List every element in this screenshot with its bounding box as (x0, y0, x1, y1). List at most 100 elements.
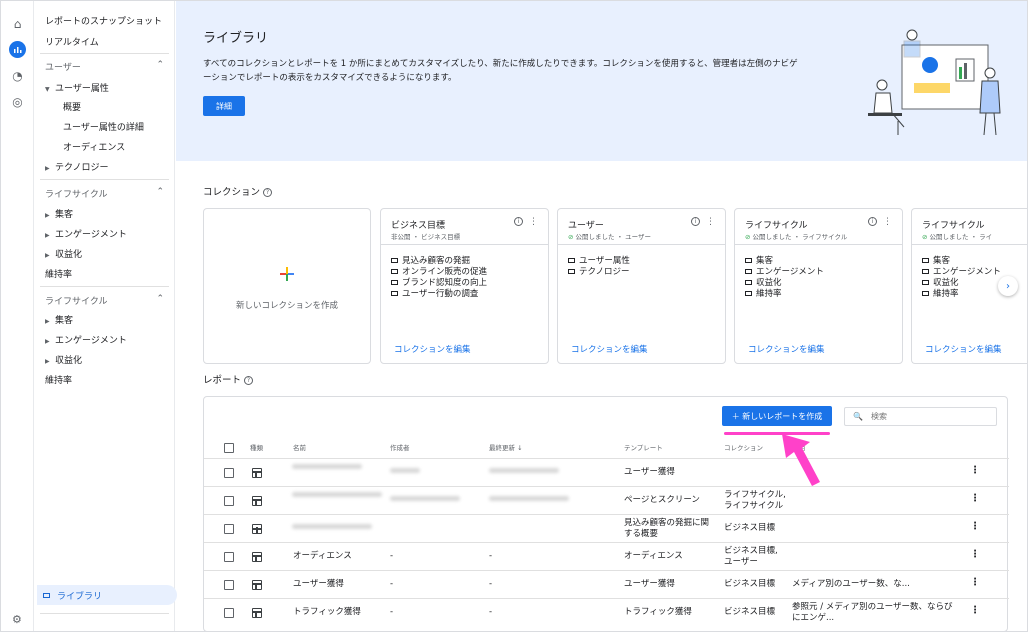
nav-item-snapshot[interactable]: レポートのスナップショット (45, 14, 162, 27)
folder-icon (745, 258, 752, 263)
search-box[interactable]: 🔍 (844, 407, 997, 426)
column-header-modified[interactable]: 最終更新 ↓ (489, 442, 523, 452)
more-vert-icon[interactable]: ⋮ (529, 217, 538, 227)
nav-item-retention-2[interactable]: 維持率 (45, 373, 72, 386)
row-checkbox[interactable] (224, 608, 234, 618)
list-item: テクノロジー (568, 267, 630, 278)
list-item: 収益化 (745, 278, 824, 289)
nav-item-overview[interactable]: 概要 (63, 100, 81, 113)
details-button[interactable]: 詳細 (203, 96, 245, 116)
nav-item-audience[interactable]: オーディエンス (63, 140, 125, 153)
table-row[interactable]: ユーザー獲得 - - ユーザー獲得 ビジネス目標 メディア別のユーザー数、な..… (204, 570, 1009, 598)
nav-item-acquisition-1[interactable]: ▶ 集客 (45, 207, 73, 220)
row-name[interactable]: トラフィック獲得 (293, 607, 361, 618)
collection-card[interactable]: ライフサイクル ⊘ 公開しました ・ ライフサイクル i ⋮ 集客 エンゲージメ… (734, 208, 903, 364)
row-name[interactable]: オーディエンス (293, 551, 352, 562)
new-report-button[interactable]: ＋ 新しいレポートを作成 (722, 406, 832, 426)
search-icon: 🔍 (853, 412, 863, 421)
redacted-name (292, 524, 372, 529)
collection-title: ビジネス目標 (391, 221, 446, 231)
more-vert-icon[interactable]: ⋮ (970, 521, 980, 532)
column-header-name[interactable]: 名前 (293, 442, 306, 452)
help-icon[interactable]: ? (263, 188, 273, 197)
table-template-icon (252, 496, 262, 506)
info-icon[interactable]: i (514, 217, 524, 226)
info-icon[interactable]: i (868, 217, 878, 226)
row-checkbox[interactable] (224, 524, 234, 534)
table-row[interactable]: トラフィック獲得 - - トラフィック獲得 ビジネス目標 参照元 / メディア別… (204, 598, 1009, 626)
collection-card[interactable]: ビジネス目標 非公開 ・ ビジネス目標 i ⋮ 見込み顧客の発掘 オンライン販売… (380, 208, 549, 364)
row-template: 見込み顧客の発掘に関する概要 (624, 518, 710, 539)
caret-right-icon: ▶ (45, 165, 50, 172)
list-item: エンゲージメント (745, 267, 824, 278)
nav-item-engagement-1[interactable]: ▶ エンゲージメント (45, 227, 127, 240)
table-row[interactable]: ユーザー獲得 ⋮ (204, 458, 1009, 486)
nav-item-user-attr[interactable]: ▼ ユーザー属性 (45, 81, 109, 94)
table-row[interactable]: ページとスクリーン ライフサイクル, ライフサイクル ⋮ (204, 486, 1009, 514)
row-collection: ビジネス目標,ユーザー (724, 546, 778, 567)
list-item: ユーザー行動の調査 (391, 289, 487, 300)
more-vert-icon[interactable]: ⋮ (883, 217, 892, 227)
nav-item-retention-1[interactable]: 維持率 (45, 267, 72, 280)
row-description: 参照元 / メディア別のユーザー数、ならびにエンゲ... (792, 602, 953, 623)
row-checkbox[interactable] (224, 580, 234, 590)
nav-section-lifecycle-1[interactable]: ライフサイクル ⌃ (45, 187, 164, 200)
more-vert-icon[interactable]: ⋮ (970, 465, 980, 476)
nav-item-technology[interactable]: ▶ テクノロジー (45, 160, 108, 173)
nav-item-user-attr-detail[interactable]: ユーザー属性の詳細 (63, 120, 144, 133)
column-header-template[interactable]: テンプレート (624, 442, 663, 452)
advertising-icon[interactable]: ◎ (9, 93, 26, 110)
more-vert-icon[interactable]: ⋮ (970, 605, 980, 616)
column-header-creator[interactable]: 作成者 (390, 442, 410, 452)
row-name[interactable]: ユーザー獲得 (293, 579, 344, 590)
row-collection: ライフサイクル, ライフサイクル (724, 490, 786, 511)
edit-collection-link[interactable]: コレクションを編集 (394, 343, 471, 355)
more-vert-icon[interactable]: ⋮ (706, 217, 715, 227)
chevron-right-icon[interactable]: › (998, 276, 1018, 296)
table-row[interactable]: オーディエンス - - オーディエンス ビジネス目標,ユーザー ⋮ (204, 542, 1009, 570)
nav-item-library[interactable]: ライブラリ (37, 585, 177, 605)
banner-description: すべてのコレクションとレポートを 1 か所にまとめてカスタマイズしたり、新たに作… (203, 59, 798, 83)
nav-item-acquisition-2[interactable]: ▶ 集客 (45, 313, 73, 326)
chevron-up-icon: ⌃ (156, 294, 164, 304)
edit-collection-link[interactable]: コレクションを編集 (748, 343, 825, 355)
row-checkbox[interactable] (224, 552, 234, 562)
annotation-arrow-icon (782, 434, 820, 486)
row-creator: - (390, 607, 394, 617)
row-checkbox[interactable] (224, 468, 234, 478)
column-header-collection[interactable]: コレクション (724, 442, 763, 452)
reports-icon[interactable] (9, 41, 26, 58)
reports-table: ＋ 新しいレポートを作成 🔍 種類 名前 作成者 最終更新 ↓ テンプレート コ… (203, 396, 1009, 632)
more-vert-icon[interactable]: ⋮ (970, 493, 980, 504)
table-row[interactable]: 見込み顧客の発掘に関する概要 ビジネス目標 ⋮ (204, 514, 1009, 542)
new-collection-card[interactable]: 新しいコレクションを作成 (203, 208, 371, 364)
more-vert-icon[interactable]: ⋮ (970, 549, 980, 560)
library-illustration-icon (868, 29, 1001, 136)
select-all-checkbox[interactable] (224, 443, 234, 453)
nav-item-realtime[interactable]: リアルタイム (45, 35, 99, 48)
folder-icon (922, 269, 929, 274)
nav-section-user[interactable]: ユーザー ⌃ (45, 60, 164, 73)
edit-collection-link[interactable]: コレクションを編集 (571, 343, 648, 355)
search-input[interactable] (870, 412, 981, 421)
collection-card[interactable]: ユーザー ⊘ 公開しました ・ ユーザー i ⋮ ユーザー属性 テクノロジー コ… (557, 208, 726, 364)
redacted-modified (489, 496, 569, 501)
explore-icon[interactable]: ◔ (9, 67, 26, 84)
check-circle-icon: ⊘ (922, 233, 928, 241)
column-header-type[interactable]: 種類 (250, 442, 263, 452)
settings-gear-icon[interactable]: ⚙ (12, 613, 22, 626)
help-icon[interactable]: ? (244, 376, 254, 385)
row-checkbox[interactable] (224, 496, 234, 506)
home-icon[interactable]: ⌂ (9, 15, 26, 32)
collection-title: ライフサイクル (745, 221, 808, 231)
nav-section-lifecycle-2[interactable]: ライフサイクル ⌃ (45, 294, 164, 307)
nav-item-monetization-2[interactable]: ▶ 収益化 (45, 353, 82, 366)
chevron-up-icon: ⌃ (156, 60, 164, 70)
nav-item-engagement-2[interactable]: ▶ エンゲージメント (45, 333, 127, 346)
info-icon[interactable]: i (691, 217, 701, 226)
more-vert-icon[interactable]: ⋮ (970, 577, 980, 588)
nav-item-monetization-1[interactable]: ▶ 収益化 (45, 247, 82, 260)
check-circle-icon: ⊘ (568, 233, 574, 241)
row-template: ページとスクリーン (624, 495, 700, 505)
edit-collection-link[interactable]: コレクションを編集 (925, 343, 1002, 355)
